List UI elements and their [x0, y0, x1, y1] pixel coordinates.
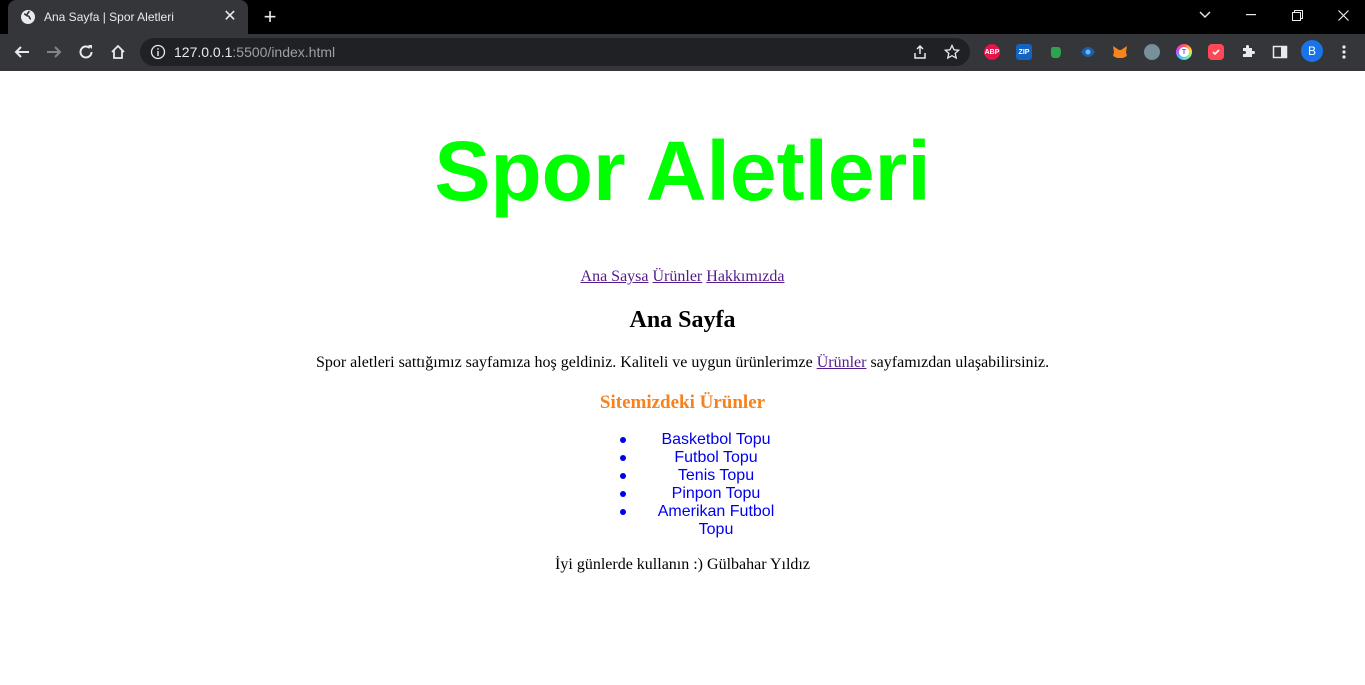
- bullet-icon: [620, 491, 626, 497]
- footer-note: İyi günlerde kullanın :) Gülbahar Yıldız: [555, 556, 810, 573]
- close-tab-icon[interactable]: ✕: [222, 9, 238, 25]
- tab-strip: Ana Sayfa | Spor Aletleri ✕ +: [0, 0, 1365, 34]
- globe-extension-icon[interactable]: [1144, 44, 1160, 60]
- intro-text-after: sayfamızdan ulaşabilirsiniz.: [866, 354, 1050, 371]
- site-title: Spor Aletleri: [434, 124, 931, 218]
- close-window-button[interactable]: [1320, 0, 1365, 30]
- side-panel-icon[interactable]: [1272, 44, 1288, 60]
- bullet-icon: [620, 473, 626, 479]
- nav-link-products[interactable]: Ürünler: [653, 268, 703, 285]
- list-item: Tenis Topu: [620, 467, 790, 485]
- minimize-button[interactable]: [1228, 0, 1274, 30]
- tab-title: Ana Sayfa | Spor Aletleri: [44, 10, 174, 24]
- nav-link-about[interactable]: Hakkımızda: [706, 268, 784, 285]
- url-host: 127.0.0.1: [174, 44, 233, 60]
- active-tab[interactable]: Ana Sayfa | Spor Aletleri ✕: [8, 0, 248, 34]
- product-name: Pinpon Topu: [671, 485, 761, 502]
- t-extension-icon[interactable]: T: [1176, 44, 1192, 60]
- new-tab-button[interactable]: +: [258, 6, 282, 28]
- profile-avatar[interactable]: B: [1301, 40, 1323, 62]
- list-item: Basketbol Topu: [620, 431, 790, 449]
- adblock-plus-icon[interactable]: ABP: [984, 44, 1000, 60]
- bookmark-star-icon[interactable]: [940, 42, 964, 62]
- bullet-icon: [620, 437, 626, 443]
- extensions-puzzle-icon[interactable]: [1240, 44, 1256, 60]
- zip-extension-icon[interactable]: ZIP: [1016, 44, 1032, 60]
- address-bar[interactable]: 127.0.0.1:5500/index.html: [140, 38, 970, 66]
- list-item: Futbol Topu: [620, 449, 790, 467]
- page-content: Spor Aletleri Ana Saysa Ürünler Hakkımız…: [0, 71, 1365, 685]
- browser-toolbar: 127.0.0.1:5500/index.html ABP ZIP T: [0, 34, 1365, 71]
- intro-paragraph: Spor aletleri sattığımız sayfamıza hoş g…: [0, 354, 1365, 372]
- site-info-icon[interactable]: [150, 44, 166, 60]
- list-item: Amerikan Futbol Topu: [620, 503, 790, 539]
- metamask-fox-icon[interactable]: [1112, 44, 1128, 60]
- url-path: :5500/index.html: [232, 44, 336, 60]
- main-nav: Ana Saysa Ürünler Hakkımızda: [0, 268, 1365, 286]
- kebab-menu-icon[interactable]: [1336, 44, 1352, 60]
- nav-link-home[interactable]: Ana Saysa: [581, 268, 649, 285]
- home-icon[interactable]: [104, 38, 132, 66]
- evernote-icon[interactable]: [1048, 44, 1064, 60]
- product-name: Futbol Topu: [674, 449, 758, 466]
- reload-icon[interactable]: [72, 38, 100, 66]
- back-arrow-icon[interactable]: [8, 38, 36, 66]
- page-heading: Ana Sayfa: [629, 307, 736, 333]
- globe-icon: [20, 9, 36, 25]
- list-item: Pinpon Topu: [620, 485, 790, 503]
- intro-products-link[interactable]: Ürünler: [817, 354, 867, 371]
- intro-text-before: Spor aletleri sattığımız sayfamıza hoş g…: [315, 354, 817, 371]
- forward-arrow-icon[interactable]: [40, 38, 68, 66]
- restore-button[interactable]: [1274, 0, 1320, 30]
- eye-extension-icon[interactable]: [1080, 44, 1096, 60]
- bullet-icon: [620, 509, 626, 515]
- product-name: Amerikan Futbol Topu: [657, 503, 775, 538]
- bullet-icon: [620, 455, 626, 461]
- share-icon[interactable]: [908, 42, 932, 62]
- tab-search-chevron-icon[interactable]: [1182, 0, 1228, 30]
- product-name: Basketbol Topu: [661, 431, 771, 448]
- products-list: Basketbol Topu Futbol Topu Tenis Topu Pi…: [620, 431, 790, 539]
- product-name: Tenis Topu: [677, 467, 755, 484]
- products-heading: Sitemizdeki Ürünler: [599, 392, 766, 413]
- todo-extension-icon[interactable]: [1208, 44, 1224, 60]
